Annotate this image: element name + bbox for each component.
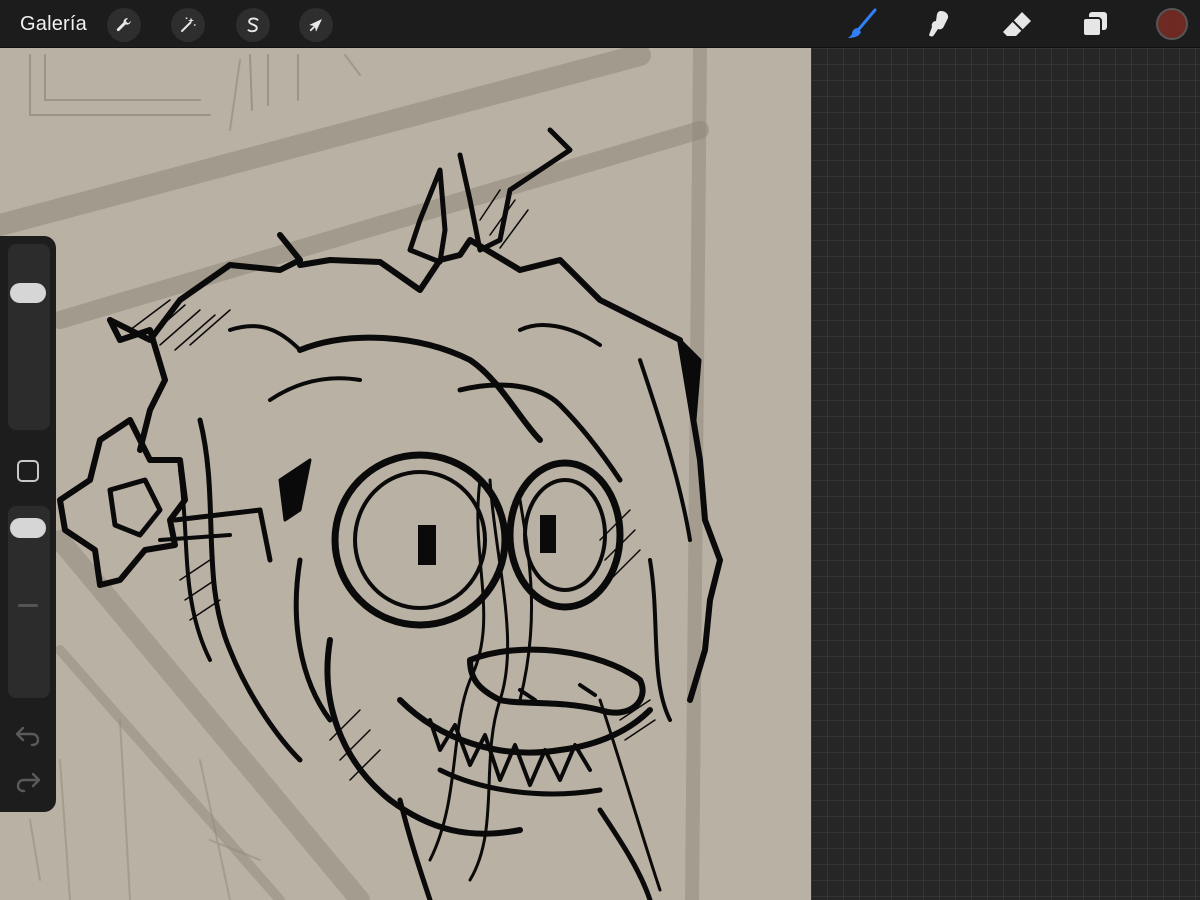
selection-button[interactable] [236, 8, 270, 42]
eraser-icon [1003, 12, 1031, 36]
eraser-tool[interactable] [997, 6, 1037, 42]
brush-icon [848, 8, 877, 38]
brush-size-slider[interactable] [8, 244, 50, 430]
opacity-slider[interactable] [8, 506, 50, 698]
workspace-background [811, 48, 1200, 900]
gallery-button[interactable]: Galería [20, 12, 87, 36]
layers-icon [1082, 12, 1107, 37]
artwork [0, 48, 723, 900]
brush-size-thumb[interactable] [10, 282, 46, 303]
selection-s-icon [247, 17, 259, 33]
slider-divider [18, 604, 38, 607]
drawing-canvas[interactable] [0, 48, 811, 900]
arrow-cursor-icon [309, 19, 322, 32]
actions-button[interactable] [107, 8, 141, 42]
color-picker-swatch[interactable] [1156, 8, 1188, 40]
modify-button[interactable] [17, 460, 39, 482]
wrench-icon [116, 18, 131, 32]
smudge-tool[interactable] [919, 6, 959, 42]
opacity-thumb[interactable] [10, 518, 46, 539]
undo-button[interactable] [14, 724, 42, 748]
redo-button[interactable] [14, 770, 42, 794]
layers-tool[interactable] [1075, 6, 1115, 42]
adjustments-button[interactable] [171, 8, 205, 42]
sidebar-sliders [0, 236, 56, 812]
brush-tool[interactable] [842, 6, 882, 42]
top-toolbar: Galería [0, 0, 1200, 48]
redo-icon [16, 772, 41, 793]
smudge-icon [929, 11, 949, 37]
magic-wand-icon [181, 17, 196, 32]
transform-button[interactable] [299, 8, 333, 42]
undo-icon [15, 726, 40, 747]
